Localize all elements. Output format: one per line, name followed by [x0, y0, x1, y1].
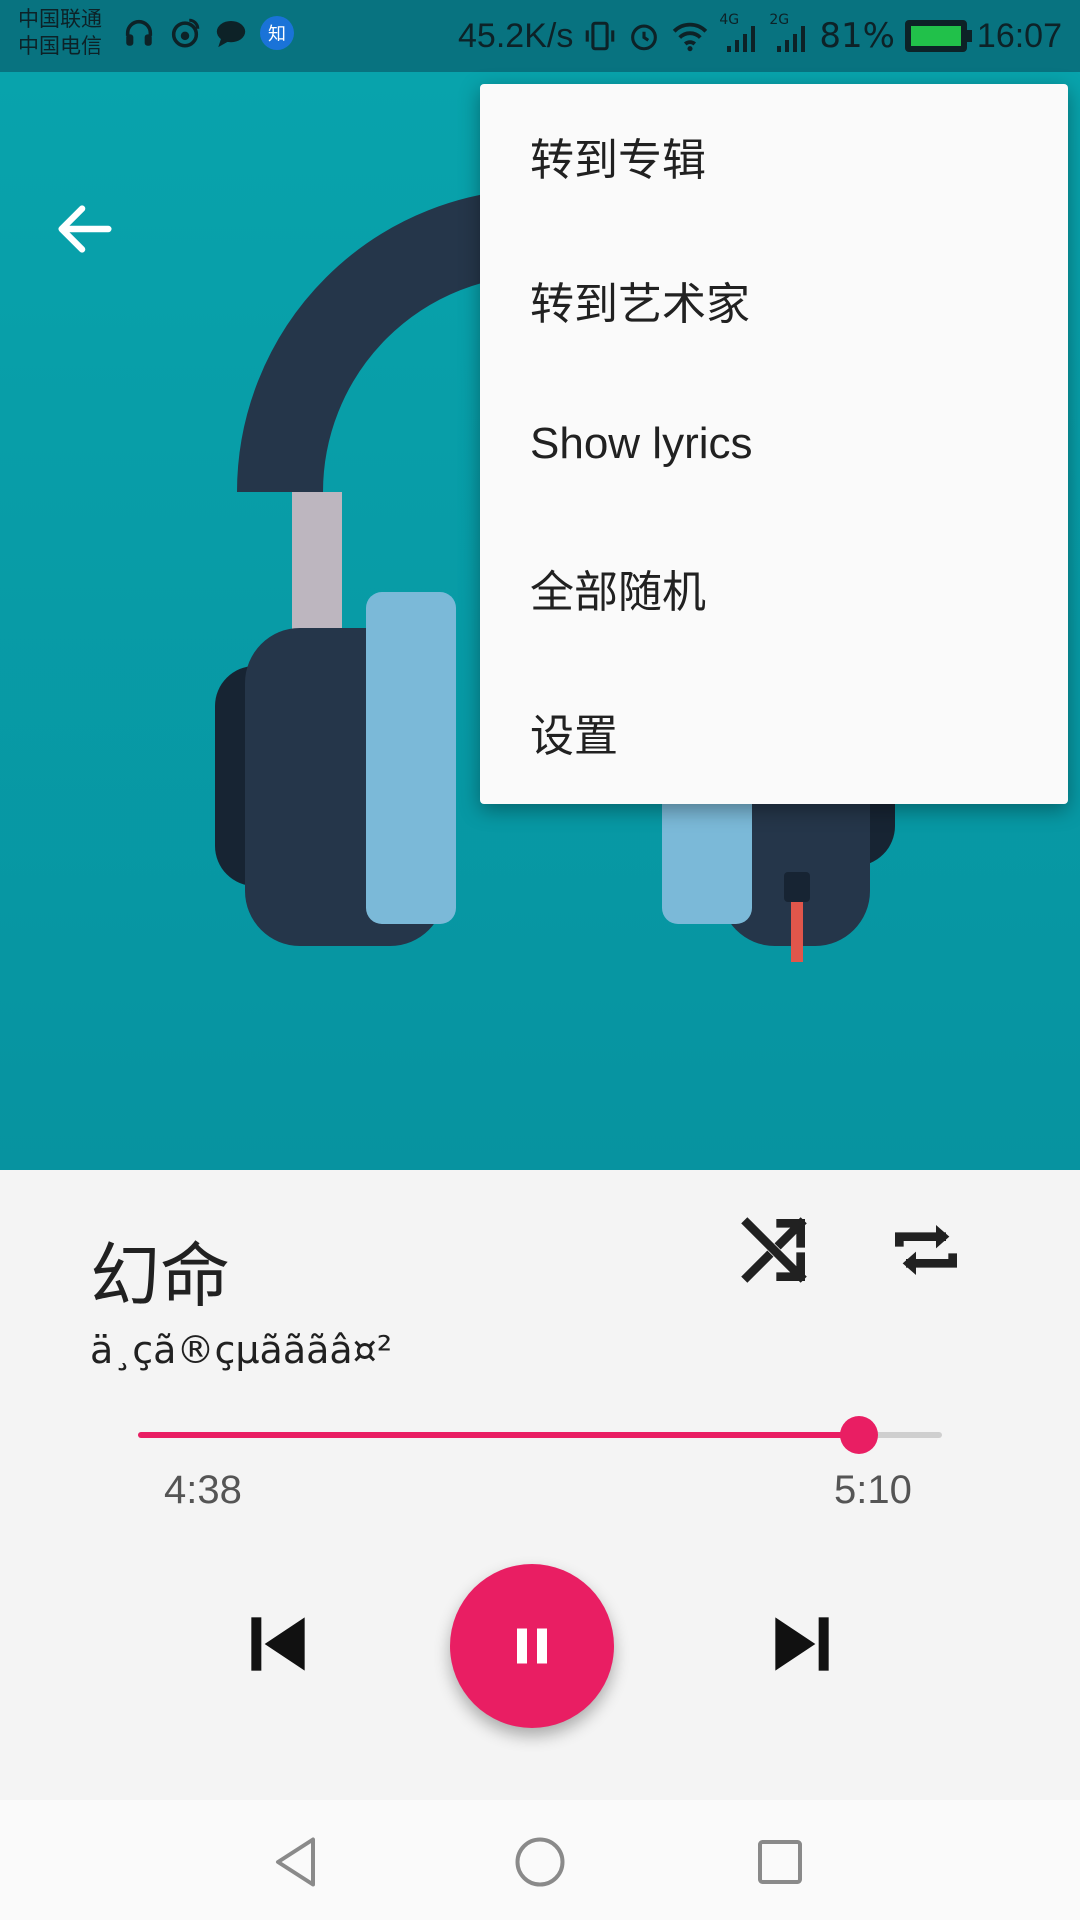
song-title: 幻命 [90, 1235, 230, 1317]
clock: 16:07 [976, 16, 1062, 55]
menu-item-shuffle-all[interactable]: 全部随机 [480, 516, 1068, 660]
vibrate-icon [586, 21, 615, 51]
song-artist: ä¸ç­ã®çµãããâ¤² [90, 1328, 393, 1372]
menu-item-go-to-artist[interactable]: 转到艺术家 [480, 228, 1068, 372]
previous-icon[interactable] [238, 1604, 318, 1684]
alarm-icon [631, 24, 658, 51]
wifi-icon [673, 22, 708, 52]
notification-icons: 知 [122, 16, 294, 50]
signal-1-icon: 4G [719, 12, 759, 56]
seek-thumb[interactable] [840, 1416, 879, 1454]
elapsed-time: 4:38 [164, 1468, 242, 1512]
seek-progress [138, 1432, 860, 1438]
total-duration: 5:10 [834, 1468, 912, 1512]
carrier-2: 中国电信 [18, 34, 102, 58]
menu-item-go-to-album[interactable]: 转到专辑 [480, 84, 1068, 228]
status-right: 45.2K/s 4G 2G 81% 16:07 [458, 12, 1062, 60]
carrier-info: 中国联通 中国电信 [18, 6, 102, 60]
menu-item-settings[interactable]: 设置 [480, 660, 1068, 804]
player-controls: 幻命 ä¸ç­ã®çµãããâ¤² 4:38 5:10 [0, 1170, 1080, 1800]
zhihu-icon: 知 [260, 16, 294, 50]
battery-percent: 81% [819, 16, 895, 56]
recents-square-icon[interactable] [750, 1832, 810, 1892]
chat-icon [216, 20, 246, 48]
carrier-1: 中国联通 [18, 7, 102, 31]
next-icon[interactable] [762, 1604, 842, 1684]
seek-bar[interactable] [138, 1416, 942, 1454]
net-speed: 45.2K/s [458, 16, 574, 55]
system-nav-bar [0, 1800, 1080, 1920]
shuffle-icon[interactable] [734, 1210, 814, 1290]
status-bar: 中国联通 中国电信 知 45.2K/s 4G 2G 81% 16:07 [0, 0, 1080, 72]
weibo-icon [171, 18, 200, 48]
battery-icon [904, 20, 972, 52]
home-circle-icon[interactable] [510, 1832, 570, 1892]
repeat-icon[interactable] [886, 1210, 966, 1290]
overflow-menu: 转到专辑 转到艺术家 Show lyrics 全部随机 设置 [480, 84, 1068, 804]
signal-2-icon: 2G [769, 12, 809, 56]
back-triangle-icon[interactable] [268, 1832, 328, 1892]
back-arrow-icon[interactable] [50, 194, 120, 264]
pause-icon [517, 1628, 547, 1664]
headphones-icon [125, 19, 153, 46]
menu-item-show-lyrics[interactable]: Show lyrics [480, 372, 1068, 516]
pause-button[interactable] [450, 1564, 614, 1728]
